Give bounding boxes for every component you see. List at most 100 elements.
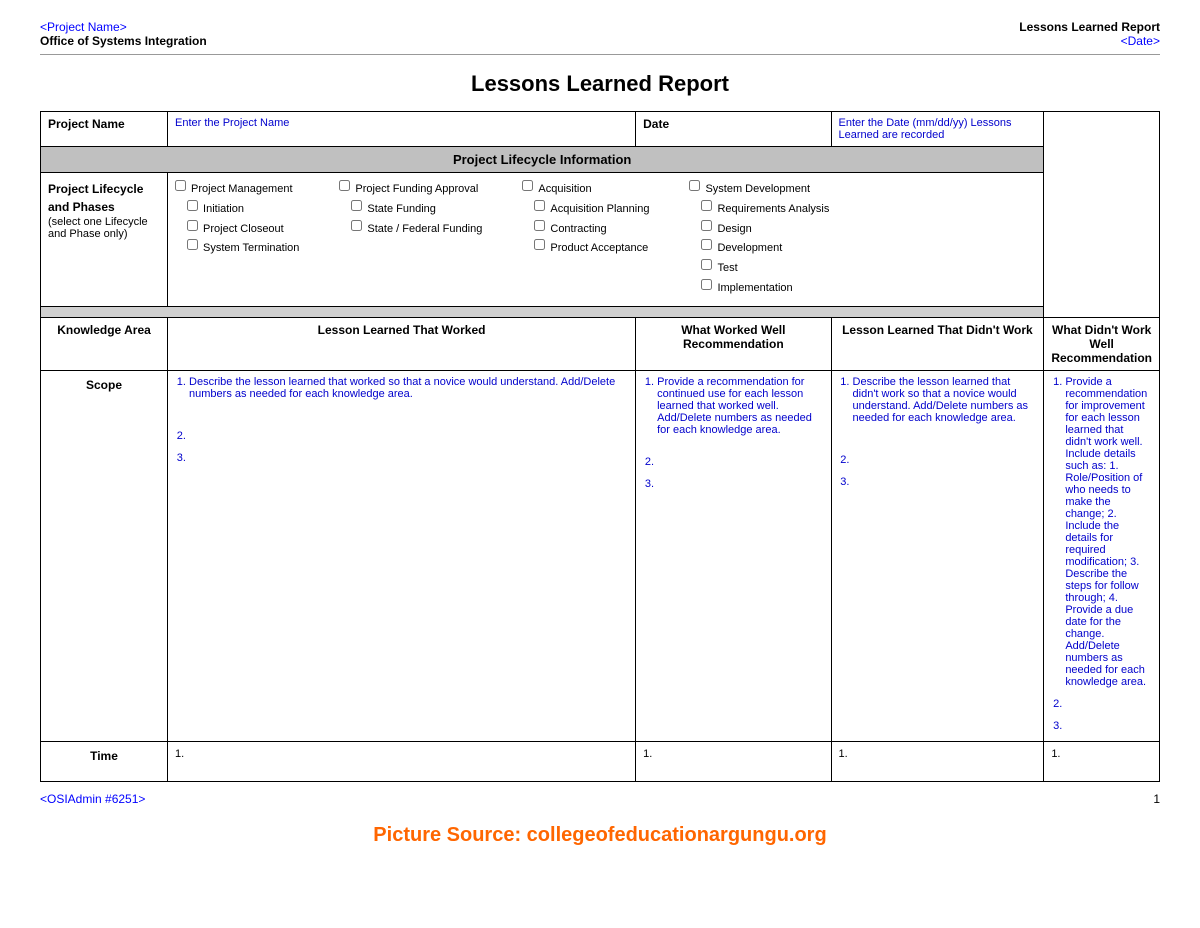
lifecycle-row: Project Lifecycle and Phases (select one… (41, 173, 1160, 307)
checkbox-contracting-input[interactable] (534, 220, 545, 231)
scope-didnt-work-item-2 (853, 454, 1037, 466)
lifecycle-checkboxes-cell: Project Management Initiation Project Cl… (168, 173, 1044, 307)
footer-admin-link[interactable]: <OSIAdmin #6251> (40, 792, 145, 806)
scope-worked-rec-item-2 (657, 456, 823, 468)
scope-didnt-work-rec-item-2 (1065, 698, 1152, 710)
scope-worked-rec-list: Provide a recommendation for continued u… (643, 376, 823, 490)
footer-page-number: 1 (1153, 792, 1160, 806)
scope-worked-item-3 (189, 452, 628, 464)
page-header: <Project Name> Office of Systems Integra… (40, 20, 1160, 55)
checkbox-design-input[interactable] (701, 220, 712, 231)
checkbox-product-acceptance-input[interactable] (534, 239, 545, 250)
checkbox-federal-funding[interactable]: State / Federal Funding (339, 220, 482, 240)
scope-didnt-work-item-1: Describe the lesson learned that didn't … (853, 376, 1037, 424)
checkbox-funding-approval[interactable]: Project Funding Approval (339, 180, 482, 200)
checkbox-test[interactable]: Test (689, 259, 829, 279)
checkbox-termination-input[interactable] (187, 239, 198, 250)
scope-didnt-work-rec-item-1: Provide a recommendation for improvement… (1065, 376, 1152, 688)
checkbox-project-management[interactable]: Project Management (175, 180, 299, 200)
lifecycle-checkboxes: Project Management Initiation Project Cl… (175, 180, 1036, 299)
lifecycle-col1: Project Management Initiation Project Cl… (175, 180, 299, 299)
lifecycle-section-header-row: Project Lifecycle Information (41, 147, 1160, 173)
checkbox-contracting[interactable]: Contracting (522, 220, 649, 240)
checkbox-init-input[interactable] (187, 200, 198, 211)
main-title: Lessons Learned Report (40, 71, 1160, 97)
checkbox-design[interactable]: Design (689, 220, 829, 240)
project-name-row: Project Name Enter the Project Name Date… (41, 112, 1160, 147)
scope-worked-rec-cell[interactable]: Provide a recommendation for continued u… (636, 370, 831, 741)
date-value[interactable]: Enter the Date (mm/dd/yy) Lessons Learne… (831, 112, 1044, 147)
project-name-value[interactable]: Enter the Project Name (168, 112, 636, 147)
header-report-title: Lessons Learned Report (1019, 20, 1160, 34)
time-didnt-work-cell[interactable]: 1. (831, 741, 1044, 781)
scope-area-cell: Scope (41, 370, 168, 741)
scope-didnt-work-item-3 (853, 476, 1037, 488)
main-table: Project Name Enter the Project Name Date… (40, 111, 1160, 782)
scope-didnt-work-rec-list: Provide a recommendation for improvement… (1051, 376, 1152, 732)
header-org-name: Office of Systems Integration (40, 34, 207, 48)
date-label: Date (636, 112, 831, 147)
project-name-label: Project Name (41, 112, 168, 147)
header-right: Lessons Learned Report <Date> (1019, 20, 1160, 48)
scope-worked-item-1: Describe the lesson learned that worked … (189, 376, 628, 400)
checkbox-closeout-input[interactable] (187, 220, 198, 231)
checkbox-req-analysis-input[interactable] (701, 200, 712, 211)
watermark: Picture Source: collegeofeducationargung… (40, 824, 1160, 847)
scope-worked-rec-item-1: Provide a recommendation for continued u… (657, 376, 823, 436)
checkbox-state-funding-input[interactable] (351, 200, 362, 211)
empty-separator-row (41, 306, 1160, 317)
checkbox-sys-dev-input[interactable] (689, 180, 700, 191)
scope-didnt-work-rec-item-3 (1065, 720, 1152, 732)
checkbox-state-funding[interactable]: State Funding (339, 200, 482, 220)
checkbox-project-closeout[interactable]: Project Closeout (175, 220, 299, 240)
checkbox-system-development[interactable]: System Development (689, 180, 829, 200)
time-worked-cell[interactable]: 1. (168, 741, 636, 781)
col-header-what-worked-rec: What Worked Well Recommendation (636, 317, 831, 370)
checkbox-acquisition[interactable]: Acquisition (522, 180, 649, 200)
scope-didnt-work-rec-cell[interactable]: Provide a recommendation for improvement… (1044, 370, 1160, 741)
checkbox-acq-input[interactable] (522, 180, 533, 191)
checkbox-implementation[interactable]: Implementation (689, 279, 829, 299)
scope-worked-rec-item-3 (657, 478, 823, 490)
column-headers-row: Knowledge Area Lesson Learned That Worke… (41, 317, 1160, 370)
checkbox-requirements-analysis[interactable]: Requirements Analysis (689, 200, 829, 220)
checkbox-federal-funding-input[interactable] (351, 220, 362, 231)
header-date-link[interactable]: <Date> (1019, 34, 1160, 48)
scope-row: Scope Describe the lesson learned that w… (41, 370, 1160, 741)
checkbox-pm-input[interactable] (175, 180, 186, 191)
checkbox-development[interactable]: Development (689, 239, 829, 259)
scope-didnt-work-cell[interactable]: Describe the lesson learned that didn't … (831, 370, 1044, 741)
page-container: <Project Name> Office of Systems Integra… (0, 0, 1200, 867)
time-didnt-work-rec-cell[interactable]: 1. (1044, 741, 1160, 781)
checkbox-acq-plan-input[interactable] (534, 200, 545, 211)
time-worked-rec-cell[interactable]: 1. (636, 741, 831, 781)
checkbox-product-acceptance[interactable]: Product Acceptance (522, 239, 649, 259)
col-header-lesson-worked: Lesson Learned That Worked (168, 317, 636, 370)
scope-didnt-work-list: Describe the lesson learned that didn't … (839, 376, 1037, 488)
col-header-lesson-didnt-work: Lesson Learned That Didn't Work (831, 317, 1044, 370)
header-project-link[interactable]: <Project Name> (40, 20, 207, 34)
page-footer: <OSIAdmin #6251> 1 (40, 792, 1160, 806)
checkbox-funding-input[interactable] (339, 180, 350, 191)
lifecycle-section-header: Project Lifecycle Information (41, 147, 1044, 173)
lifecycle-col3: Acquisition Acquisition Planning Contrac… (522, 180, 649, 299)
time-area-cell: Time (41, 741, 168, 781)
checkbox-acquisition-planning[interactable]: Acquisition Planning (522, 200, 649, 220)
header-left: <Project Name> Office of Systems Integra… (40, 20, 207, 48)
checkbox-dev-input[interactable] (701, 239, 712, 250)
checkbox-system-termination[interactable]: System Termination (175, 239, 299, 259)
lifecycle-label: Project Lifecycle and Phases (48, 180, 160, 216)
lifecycle-note: (select one Lifecycle and Phase only) (48, 216, 160, 240)
col-header-knowledge-area: Knowledge Area (41, 317, 168, 370)
lifecycle-col2: Project Funding Approval State Funding S… (339, 180, 482, 299)
scope-worked-cell[interactable]: Describe the lesson learned that worked … (168, 370, 636, 741)
scope-worked-list: Describe the lesson learned that worked … (175, 376, 628, 464)
time-row: Time 1. 1. 1. 1. (41, 741, 1160, 781)
checkbox-initiation[interactable]: Initiation (175, 200, 299, 220)
lifecycle-label-cell: Project Lifecycle and Phases (select one… (41, 173, 168, 307)
lifecycle-col4: System Development Requirements Analysis… (689, 180, 829, 299)
scope-worked-item-2 (189, 430, 628, 442)
checkbox-impl-input[interactable] (701, 279, 712, 290)
checkbox-test-input[interactable] (701, 259, 712, 270)
col-header-what-didnt-work-rec: What Didn't Work Well Recommendation (1044, 317, 1160, 370)
